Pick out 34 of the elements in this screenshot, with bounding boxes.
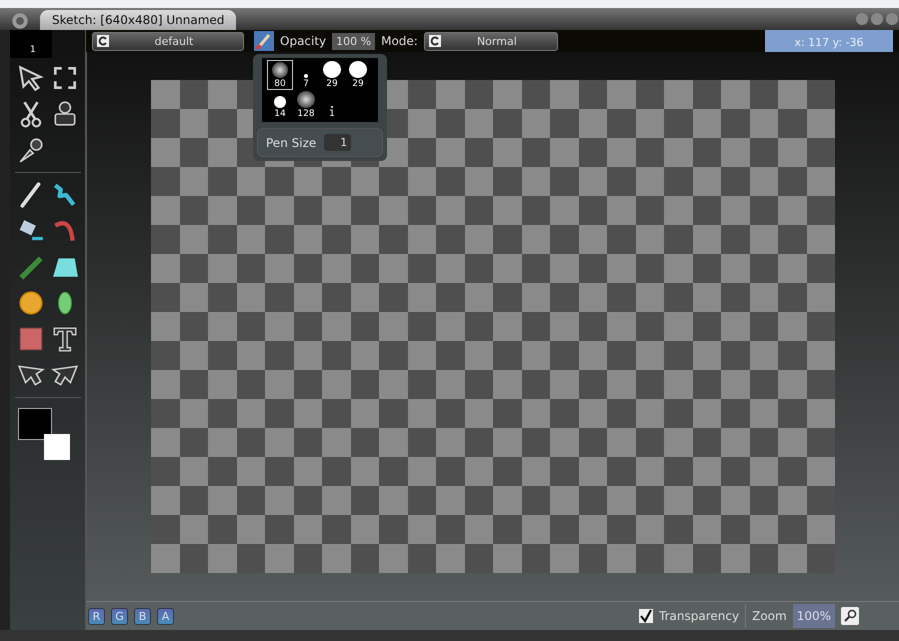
mode-dropdown[interactable]: Normal (424, 32, 558, 50)
opacity-field[interactable]: 100 % (332, 32, 376, 50)
brush-preset[interactable]: 1 (319, 90, 345, 120)
mode-label: Mode: (381, 34, 418, 48)
brush-preset[interactable]: 29 (319, 60, 345, 90)
search-icon[interactable] (841, 607, 859, 625)
paintbrush-icon[interactable] (254, 31, 274, 51)
brush-preset[interactable]: 128 (293, 90, 319, 120)
brush-preset[interactable]: 29 (345, 60, 371, 90)
brush-preset[interactable]: 14 (267, 90, 293, 120)
foreground-color-swatch[interactable] (18, 408, 52, 440)
background-color-swatch[interactable] (44, 434, 70, 460)
transparent-canvas[interactable] (151, 80, 835, 573)
circle-icon[interactable] (17, 289, 45, 317)
pen-size-field[interactable]: 1 (324, 134, 352, 151)
brush-number: 1 (10, 30, 52, 58)
refresh-icon (97, 35, 109, 47)
preset-dropdown[interactable]: default (92, 32, 244, 50)
rectangle-icon[interactable] (17, 325, 45, 353)
brush-preset[interactable]: 7 (293, 60, 319, 90)
refresh-icon (428, 35, 441, 47)
zoom-label: Zoom (752, 609, 787, 623)
cursor-coordinates: x: 117 y: -36 (765, 30, 893, 54)
window-title: Sketch: [640x480] Unnamed (40, 10, 236, 30)
brush-preset[interactable]: 80 (267, 60, 293, 90)
window-controls-icon[interactable] (855, 11, 899, 27)
zoom-field[interactable]: 100% (792, 604, 835, 628)
text-tool-icon[interactable] (51, 325, 79, 353)
opacity-label: Opacity (280, 34, 326, 48)
pen-size-label: Pen Size (266, 136, 316, 150)
transparency-checkbox[interactable] (639, 609, 654, 623)
arrow-pointer-icon[interactable] (17, 64, 45, 92)
transparency-label: Transparency (659, 609, 740, 623)
selection-corners-icon[interactable] (51, 64, 79, 92)
